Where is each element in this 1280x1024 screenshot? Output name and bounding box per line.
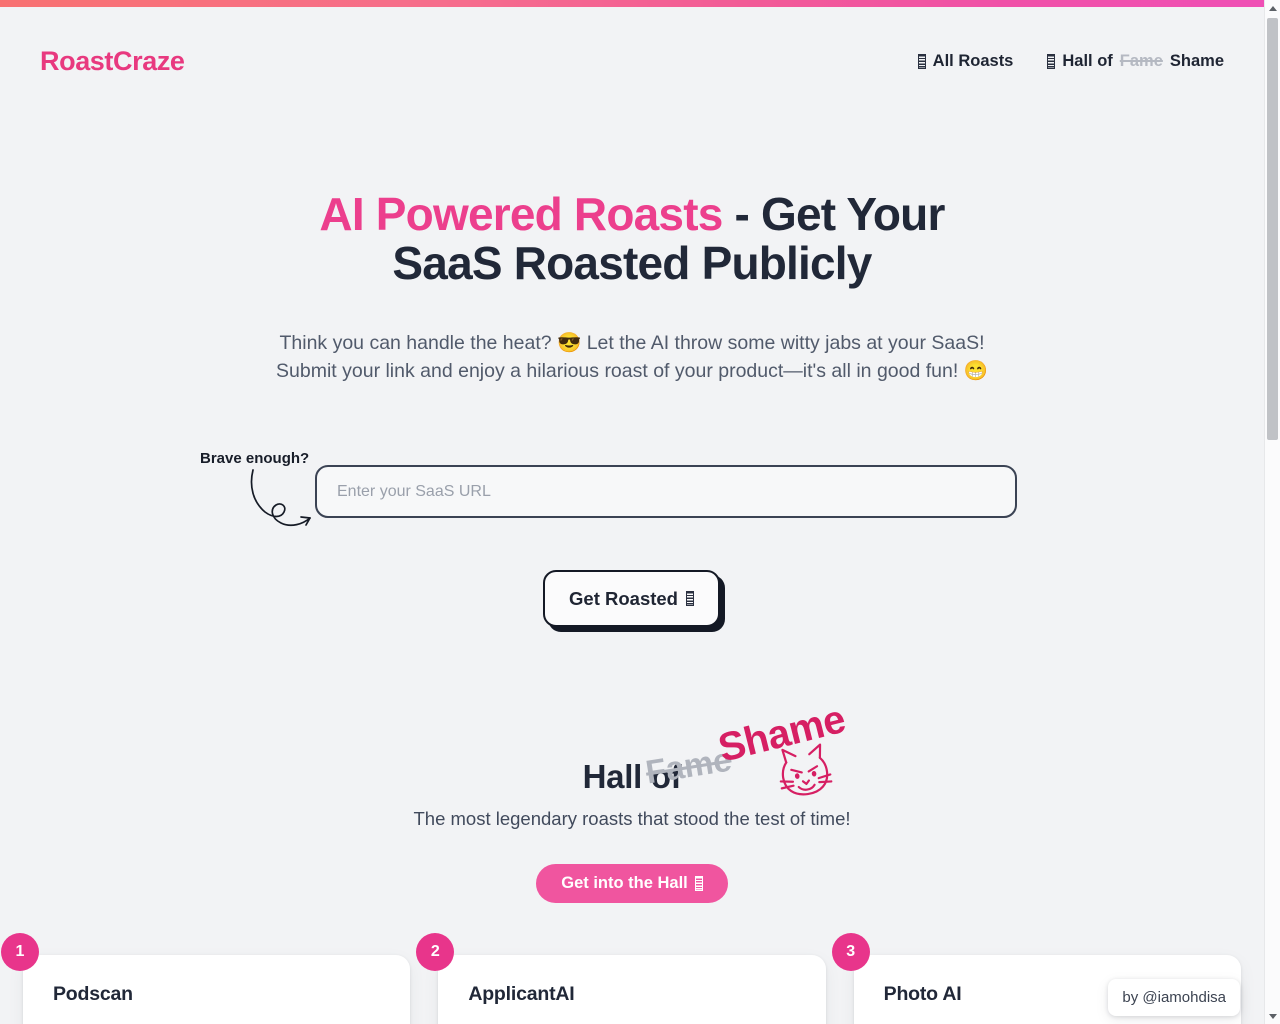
hall-subtitle: The most legendary roasts that stood the… — [413, 808, 851, 829]
get-roasted-label: Get Roasted — [569, 587, 678, 609]
brave-enough-label: Brave enough? — [200, 450, 310, 467]
hero-subtitle: Think you can handle the heat? 😎 Let the… — [237, 329, 1027, 385]
nav-item-hall-strike: Fame — [1119, 51, 1163, 70]
scroll-up-triangle — [1268, 5, 1277, 11]
curly-arrow-icon — [250, 469, 311, 527]
brand-logo[interactable]: RoastCraze — [40, 46, 185, 77]
hall-title-wrapper: Hall of Fame Shame — [0, 690, 1264, 808]
site-header: RoastCraze All Roasts Hall of Fame Shame — [0, 7, 1264, 115]
nav-item-hall-of-shame[interactable]: Hall of Fame Shame — [1047, 52, 1224, 71]
roast-card[interactable]: 1 Podscan — [1, 933, 411, 1024]
emoji-placeholder-icon — [685, 591, 694, 606]
smirking-cat-icon — [779, 743, 833, 796]
nav-item-all-roasts[interactable]: All Roasts — [917, 51, 1014, 71]
scrollbar-thumb[interactable] — [1267, 18, 1278, 440]
roast-card-title: ApplicantAI — [468, 983, 575, 1005]
hero-section: AI Powered Roasts - Get Your SaaS Roaste… — [0, 190, 1264, 385]
emoji-placeholder-icon — [917, 53, 926, 69]
rank-badge: 3 — [831, 933, 870, 971]
main-navigation: All Roasts Hall of Fame Shame — [917, 51, 1224, 71]
top-gradient-bar — [0, 0, 1264, 7]
rank-badge: 2 — [416, 933, 455, 971]
chevron-down-icon[interactable] — [1265, 1008, 1280, 1024]
roast-card-title: Podscan — [53, 983, 133, 1005]
get-into-the-hall-button[interactable]: Get into the Hall — [536, 864, 728, 903]
get-roasted-button[interactable]: Get Roasted — [543, 570, 720, 627]
roast-cards-list: 1 Podscan 2 ApplicantAI 3 Photo AI — [0, 933, 1264, 1024]
roast-card[interactable]: 2 ApplicantAI — [416, 933, 826, 1024]
page-title: AI Powered Roasts - Get Your SaaS Roaste… — [282, 190, 982, 288]
nav-item-hall-prefix: Hall of — [1062, 51, 1113, 70]
nav-item-hall-suffix: Shame — [1169, 51, 1224, 70]
rank-badge: 1 — [1, 933, 39, 971]
nav-item-all-roasts-label: All Roasts — [932, 51, 1014, 70]
hero-subtitle-line1: Think you can handle the heat? 😎 Let the… — [279, 332, 985, 354]
saas-url-input[interactable] — [315, 465, 1017, 518]
scroll-down-triangle — [1268, 1013, 1277, 1019]
get-into-the-hall-label: Get into the Hall — [561, 874, 688, 892]
hero-subtitle-line2: Submit your link and enjoy a hilarious r… — [276, 360, 988, 382]
credit-badge[interactable]: by @iamohdisa — [1108, 979, 1240, 1016]
hall-of-shame-section: Hall of Fame Shame The most legendary ro… — [0, 690, 1264, 903]
emoji-placeholder-icon — [694, 876, 703, 891]
chevron-up-icon[interactable] — [1265, 0, 1280, 16]
hall-title: Hall of — [582, 758, 682, 795]
vertical-scrollbar[interactable] — [1264, 0, 1280, 1024]
page-viewport: RoastCraze All Roasts Hall of Fame Shame… — [0, 0, 1264, 1024]
hero-title-accent: AI Powered Roasts — [319, 188, 723, 240]
emoji-placeholder-icon — [1047, 53, 1056, 69]
